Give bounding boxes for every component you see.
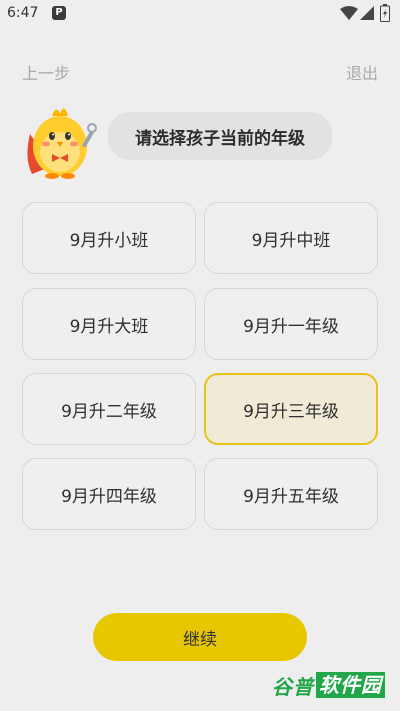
grade-option-grade-4[interactable]: 9月升四年级 (22, 458, 196, 530)
prompt-bubble: 请选择孩子当前的年级 (108, 112, 332, 160)
grade-option-grade-1[interactable]: 9月升一年级 (204, 288, 378, 360)
grade-option-big-class[interactable]: 9月升大班 (22, 288, 196, 360)
watermark-logo: 谷普 软件园 (272, 670, 385, 700)
chick-mascot-icon (27, 108, 97, 179)
grade-option-grade-5[interactable]: 9月升五年级 (204, 458, 378, 530)
exit-button[interactable]: 退出 (346, 60, 378, 84)
grade-option-grade-3[interactable]: 9月升三年级 (204, 373, 378, 445)
grade-option-small-class[interactable]: 9月升小班 (22, 202, 196, 274)
watermark-prefix: 谷普 (272, 674, 314, 699)
watermark-suffix: 软件园 (316, 672, 385, 698)
grade-option-middle-class[interactable]: 9月升中班 (204, 202, 378, 274)
battery-icon (380, 4, 390, 22)
signal-icon (360, 6, 374, 20)
status-bar: 6:47 P (0, 0, 400, 28)
app-notification-icon: P (52, 6, 66, 20)
back-button[interactable]: 上一步 (22, 60, 70, 84)
wifi-icon (340, 6, 358, 20)
grade-selection-screen: 6:47 P 上一步 退出 请选择孩子当前的年级 9月升小班 9月升中班 9月升… (0, 0, 400, 711)
continue-button[interactable]: 继续 (93, 613, 307, 661)
status-time: 6:47 (7, 5, 39, 21)
grade-option-grade-2[interactable]: 9月升二年级 (22, 373, 196, 445)
